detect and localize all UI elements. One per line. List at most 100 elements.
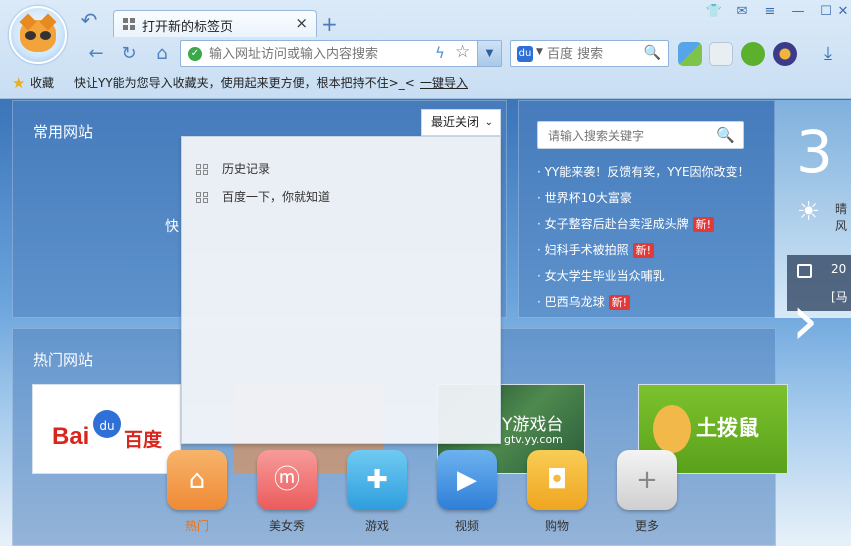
favorites-label[interactable]: 收藏 (30, 71, 54, 95)
baidu-paw-icon[interactable]: du (517, 46, 533, 62)
close-window-button[interactable]: ✕ (835, 2, 851, 24)
bookmark-star-icon[interactable]: ☆ (455, 42, 470, 62)
news-search-box[interactable]: 🔍 (537, 121, 744, 149)
media-player-icon[interactable] (773, 42, 797, 66)
news-search-icon[interactable]: 🔍 (716, 126, 735, 144)
baidu-logo-text: Bai (52, 423, 90, 450)
home-icon: ⌂ (167, 450, 227, 510)
news-item[interactable]: · 巴西乌龙球 新! (537, 291, 762, 317)
tab-title: 打开新的标签页 (142, 20, 234, 35)
dock-label: 热门 (184, 519, 209, 533)
home-nav-icon[interactable]: ⌂ (150, 42, 174, 66)
recently-closed-button[interactable]: 最近关闭 ⌄ (421, 109, 501, 136)
temperature: 3 (796, 118, 833, 186)
search-box[interactable]: du ▼ 🔍 (510, 40, 669, 67)
recent-page-label: 百度一下，你就知道 (222, 190, 331, 204)
game-controller-icon[interactable] (709, 42, 733, 66)
new-badge: 新! (632, 243, 655, 258)
dock-label: 购物 (544, 519, 569, 533)
calendar-icon (797, 264, 812, 278)
baidu-logo-cn: 百度 (124, 429, 163, 451)
grid-icon (196, 164, 208, 175)
mascot-eye-right (40, 31, 51, 40)
minimize-button[interactable]: — (784, 2, 812, 24)
dock-item-video[interactable]: ▶ 视频 (436, 449, 498, 539)
back-arrow-icon[interactable]: ← (84, 42, 108, 66)
dock-item-hot[interactable]: ⌂ 热门 (166, 449, 228, 539)
mascot-ear-right (39, 13, 57, 31)
news-item[interactable]: · 世界杯10大富豪 (537, 187, 762, 213)
new-tab-button[interactable]: + (321, 12, 338, 36)
music-note-icon[interactable] (741, 42, 765, 66)
baidu-paw-logo: du (93, 410, 121, 438)
mascot-face (19, 13, 57, 52)
recently-closed-label: 最近关闭 (431, 115, 480, 129)
news-list: · YY能来袭！反馈有奖，YYE因你改变！ · 世界杯10大富豪 · 女子整容后… (537, 161, 762, 317)
yy-mascot-logo[interactable] (9, 6, 67, 64)
dock-item-meinvxiu[interactable]: ⓜ 美女秀 (256, 449, 318, 539)
meinvxiu-icon: ⓜ (257, 450, 317, 510)
next-page-arrow-icon[interactable]: › (791, 280, 819, 360)
news-search-input[interactable] (548, 127, 708, 145)
news-item[interactable]: · YY能来袭！反馈有奖，YYE因你改变！ (537, 161, 762, 187)
dock-label: 美女秀 (268, 519, 305, 533)
address-input[interactable] (209, 45, 429, 63)
grid-icon (196, 192, 208, 203)
news-item[interactable]: · 女大学生毕业当众哺乳 (537, 265, 762, 291)
calendar-date: 20 (831, 262, 847, 276)
shopping-bag-icon: ◘ (527, 450, 587, 510)
weather-wind: 风 (835, 219, 848, 233)
engine-dropdown-icon[interactable]: ▼ (536, 47, 543, 57)
dock-item-more[interactable]: + 更多 (616, 449, 678, 539)
dock-label: 游戏 (364, 519, 389, 533)
skin-icon[interactable]: 👕 (700, 2, 728, 24)
news-item[interactable]: · 女子整容后赴台卖淫成头牌 新! (537, 213, 762, 239)
weather-condition: 晴 (835, 202, 848, 216)
common-sites-title: 常用网站 (33, 123, 94, 141)
search-icon[interactable]: 🔍 (644, 45, 661, 61)
grid-icon (123, 18, 135, 30)
news-item[interactable]: · 妇科手术被拍照 新! (537, 239, 762, 265)
address-dropdown-button[interactable]: ▼ (477, 41, 501, 66)
mascot-ear-left (19, 13, 37, 31)
tuboshu-mascot-icon (653, 405, 691, 453)
mascot-eye-left (25, 31, 36, 40)
download-icon[interactable]: ⤓ (816, 42, 840, 66)
play-icon: ▶ (437, 450, 497, 510)
plus-icon: + (617, 450, 677, 510)
speed-mode-icon[interactable]: ϟ (435, 44, 445, 62)
gamepad-icon: ✚ (347, 450, 407, 510)
chevron-down-icon: ⌄ (484, 117, 493, 128)
message-icon[interactable]: ✉ (728, 2, 756, 24)
import-tip: 快让YY能为您导入收藏夹，使用起来更方便，根本把持不住>_< (74, 76, 415, 90)
yy-tv-url: gtv.yy.com (504, 433, 563, 446)
sun-icon: ☀ (797, 197, 821, 227)
undo-close-tab-icon[interactable]: ↶ (74, 9, 104, 33)
dock-item-shopping[interactable]: ◘ 购物 (526, 449, 588, 539)
history-item-label: 历史记录 (222, 162, 271, 176)
address-bar[interactable]: ✓ ϟ ☆ ▼ (180, 40, 502, 67)
hot-sites-title: 热门网站 (33, 351, 94, 369)
bookmarks-bar: ★ 收藏 快让YY能为您导入收藏夹，使用起来更方便，根本把持不住>_< 一键导入 (0, 71, 851, 95)
yy-tv-title: Y游戏台 (502, 415, 564, 435)
tab-close-button[interactable]: × (295, 14, 308, 32)
dock-item-games[interactable]: ✚ 游戏 (346, 449, 408, 539)
new-badge: 新! (692, 217, 715, 232)
site-tile-baidu[interactable]: Bai du 百度 (32, 384, 181, 474)
dock-label: 视频 (454, 519, 479, 533)
one-click-import-link[interactable]: 一键导入 (420, 71, 468, 95)
recently-closed-dropdown: 历史记录 百度一下，你就知道 (181, 136, 501, 444)
tuboshu-title: 土拨鼠 (696, 416, 759, 440)
favorites-star-icon: ★ (12, 74, 26, 92)
search-input[interactable] (547, 45, 642, 63)
refresh-icon[interactable]: ↻ (117, 42, 141, 66)
category-dock: ⌂ 热门 ⓜ 美女秀 ✚ 游戏 ▶ 视频 ◘ 购物 + 更多 (166, 449, 686, 539)
calendar-sub: [马 (831, 290, 848, 304)
hidden-site-text: 快 (165, 219, 179, 235)
dock-label: 更多 (634, 519, 659, 533)
menu-icon[interactable]: ≡ (756, 2, 784, 24)
new-badge: 新! (608, 295, 631, 310)
apps-grid-icon[interactable] (678, 42, 702, 66)
tab-new-tab[interactable]: 打开新的标签页 × (113, 10, 317, 37)
secure-check-icon: ✓ (188, 47, 202, 61)
